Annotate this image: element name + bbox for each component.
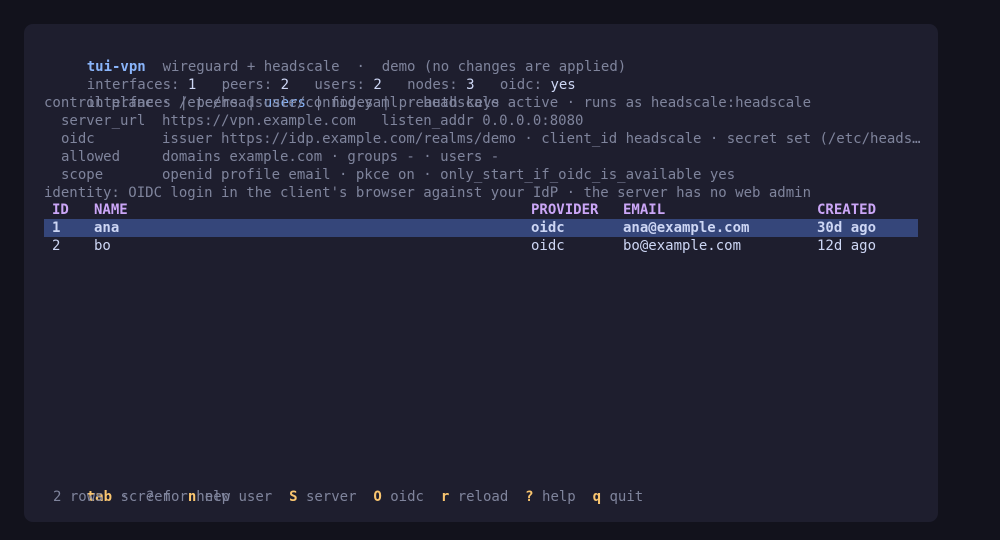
keybind-desc: server [305, 489, 357, 505]
config-value: domains example.com · groups - · users - [162, 149, 500, 165]
cell-provider: oidc [531, 238, 565, 254]
keybind-desc: help [542, 489, 576, 505]
keybind-desc: reload [457, 489, 509, 505]
control-plane-info: control plane · /etc/headscale/config.ya… [44, 95, 812, 111]
cell-id: 1 [52, 220, 61, 236]
cell-created: 12d ago [817, 238, 877, 254]
keybind-key[interactable]: q [593, 489, 601, 505]
cell-name: bo [94, 238, 111, 254]
stat-oidc-label: oidc: [499, 77, 543, 93]
column-header-email: EMAIL [623, 202, 666, 218]
keybind-key[interactable]: O [373, 489, 381, 505]
column-header-created: CREATED [817, 202, 877, 218]
column-header-name: NAME [94, 202, 128, 218]
cell-name: ana [94, 220, 120, 236]
identity-info: identity: OIDC login in the client's bro… [44, 185, 812, 201]
keybind-bar: tab screen n new user S server O oidc r … [53, 470, 643, 505]
title-bar: tui-vpn wireguard + headscale · demo (no… [53, 40, 626, 75]
config-server-url: server_url https://vpn.example.com listen… [61, 112, 583, 130]
keybind-key[interactable]: ? [525, 489, 533, 505]
tab-bar: interfaces | peers | users | nodes | pre… [53, 76, 500, 111]
config-oidc: oidc issuer https://idp.example.com/realm… [61, 130, 921, 148]
cell-email: ana@example.com [623, 220, 750, 236]
stat-oidc-value: yes [550, 77, 576, 93]
keybind-key[interactable]: r [441, 489, 449, 505]
config-key: server_url [61, 113, 146, 129]
cell-created: 30d ago [817, 220, 877, 236]
table-row[interactable]: 2 bo oidc bo@example.com 12d ago [44, 237, 918, 255]
terminal-window: tui-vpn wireguard + headscale · demo (no… [24, 24, 938, 522]
config-scope: scope openid profile email · pkce on · on… [61, 166, 735, 184]
config-allowed: allowed domains example.com · groups - · … [61, 148, 499, 166]
table-header: ID NAME PROVIDER EMAIL CREATED [44, 201, 918, 219]
keybind-desc: quit [609, 489, 644, 505]
stats-bar: interfaces: 1 peers: 2 users: 2 nodes: 3… [53, 58, 576, 93]
config-value: https://vpn.example.com listen_addr 0.0.… [162, 113, 584, 129]
table-row[interactable]: 1 ana oidc ana@example.com 30d ago [44, 219, 918, 237]
column-header-provider: PROVIDER [531, 202, 599, 218]
config-key: oidc [61, 131, 95, 147]
config-value: issuer https://idp.example.com/realms/de… [162, 131, 921, 147]
cell-id: 2 [52, 238, 61, 254]
config-key: scope [61, 167, 104, 183]
cell-provider: oidc [531, 220, 565, 236]
keybind-desc: oidc [390, 489, 424, 505]
config-key: allowed [61, 149, 121, 165]
config-value: openid profile email · pkce on · only_st… [162, 167, 736, 183]
cell-email: bo@example.com [623, 238, 742, 254]
column-header-id: ID [52, 202, 69, 218]
status-line: 2 rows · ? for help [53, 489, 231, 505]
keybind-key[interactable]: S [289, 489, 297, 505]
